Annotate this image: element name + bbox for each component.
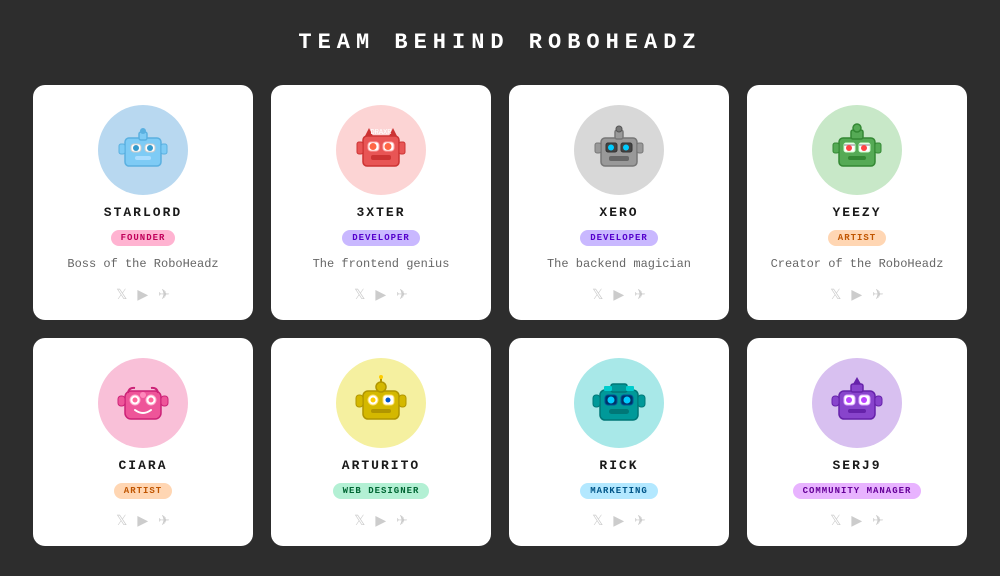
card-starlord: STARLORD FOUNDER Boss of the RoboHeadz 𝕏… bbox=[33, 85, 253, 320]
telegram-icon-xero[interactable]: ✈ bbox=[634, 287, 646, 304]
avatar-rick bbox=[574, 358, 664, 448]
card-arturito: ARTURITO WEB DESIGNER 𝕏 ▶ ✈ bbox=[271, 338, 491, 546]
card-3xter: DRAXR 3XTER DEVELOPER The frontend geniu… bbox=[271, 85, 491, 320]
youtube-icon-xero[interactable]: ▶ bbox=[613, 287, 624, 304]
twitter-icon-3xter[interactable]: 𝕏 bbox=[354, 287, 365, 304]
avatar-yeezy bbox=[812, 105, 902, 195]
social-icons-ciara: 𝕏 ▶ ✈ bbox=[116, 513, 170, 530]
member-name-serj9: SERJ9 bbox=[832, 458, 881, 473]
youtube-icon-arturito[interactable]: ▶ bbox=[375, 513, 386, 530]
telegram-icon-rick[interactable]: ✈ bbox=[634, 513, 646, 530]
social-icons-yeezy: 𝕏 ▶ ✈ bbox=[830, 287, 884, 304]
page-title: TEAM BEHIND ROBOHEADZ bbox=[298, 30, 701, 55]
social-icons-starlord: 𝕏 ▶ ✈ bbox=[116, 287, 170, 304]
avatar-ciara bbox=[98, 358, 188, 448]
twitter-icon-xero[interactable]: 𝕏 bbox=[592, 287, 603, 304]
twitter-icon-yeezy[interactable]: 𝕏 bbox=[830, 287, 841, 304]
twitter-icon-starlord[interactable]: 𝕏 bbox=[116, 287, 127, 304]
telegram-icon-starlord[interactable]: ✈ bbox=[158, 287, 170, 304]
member-name-yeezy: YEEZY bbox=[832, 205, 881, 220]
member-desc-3xter: The frontend genius bbox=[313, 256, 450, 273]
social-icons-arturito: 𝕏 ▶ ✈ bbox=[354, 513, 408, 530]
role-badge-yeezy: ARTIST bbox=[828, 230, 886, 246]
member-name-3xter: 3XTER bbox=[356, 205, 405, 220]
telegram-icon-arturito[interactable]: ✈ bbox=[396, 513, 408, 530]
member-desc-xero: The backend magician bbox=[547, 256, 691, 273]
member-name-ciara: CIARA bbox=[118, 458, 167, 473]
telegram-icon-ciara[interactable]: ✈ bbox=[158, 513, 170, 530]
card-rick: RICK MARKETING 𝕏 ▶ ✈ bbox=[509, 338, 729, 546]
social-icons-rick: 𝕏 ▶ ✈ bbox=[592, 513, 646, 530]
avatar-xero bbox=[574, 105, 664, 195]
youtube-icon-3xter[interactable]: ▶ bbox=[375, 287, 386, 304]
member-name-arturito: ARTURITO bbox=[342, 458, 420, 473]
role-badge-starlord: FOUNDER bbox=[111, 230, 176, 246]
member-name-starlord: STARLORD bbox=[104, 205, 182, 220]
card-serj9: SERJ9 COMMUNITY MANAGER 𝕏 ▶ ✈ bbox=[747, 338, 967, 546]
avatar-3xter: DRAXR bbox=[336, 105, 426, 195]
twitter-icon-ciara[interactable]: 𝕏 bbox=[116, 513, 127, 530]
avatar-serj9 bbox=[812, 358, 902, 448]
member-desc-starlord: Boss of the RoboHeadz bbox=[67, 256, 218, 273]
telegram-icon-3xter[interactable]: ✈ bbox=[396, 287, 408, 304]
telegram-icon-serj9[interactable]: ✈ bbox=[872, 513, 884, 530]
card-ciara: CIARA ARTIST 𝕏 ▶ ✈ bbox=[33, 338, 253, 546]
social-icons-3xter: 𝕏 ▶ ✈ bbox=[354, 287, 408, 304]
member-desc-yeezy: Creator of the RoboHeadz bbox=[771, 256, 944, 273]
team-grid: STARLORD FOUNDER Boss of the RoboHeadz 𝕏… bbox=[33, 85, 967, 546]
twitter-icon-serj9[interactable]: 𝕏 bbox=[830, 513, 841, 530]
avatar-arturito bbox=[336, 358, 426, 448]
social-icons-serj9: 𝕏 ▶ ✈ bbox=[830, 513, 884, 530]
role-badge-xero: DEVELOPER bbox=[580, 230, 658, 246]
avatar-starlord bbox=[98, 105, 188, 195]
social-icons-xero: 𝕏 ▶ ✈ bbox=[592, 287, 646, 304]
member-name-rick: RICK bbox=[599, 458, 638, 473]
twitter-icon-arturito[interactable]: 𝕏 bbox=[354, 513, 365, 530]
youtube-icon-serj9[interactable]: ▶ bbox=[851, 513, 862, 530]
telegram-icon-yeezy[interactable]: ✈ bbox=[872, 287, 884, 304]
card-xero: XERO DEVELOPER The backend magician 𝕏 ▶ … bbox=[509, 85, 729, 320]
role-badge-rick: MARKETING bbox=[580, 483, 658, 499]
twitter-icon-rick[interactable]: 𝕏 bbox=[592, 513, 603, 530]
role-badge-ciara: ARTIST bbox=[114, 483, 172, 499]
youtube-icon-starlord[interactable]: ▶ bbox=[137, 287, 148, 304]
youtube-icon-ciara[interactable]: ▶ bbox=[137, 513, 148, 530]
member-name-xero: XERO bbox=[599, 205, 638, 220]
role-badge-3xter: DEVELOPER bbox=[342, 230, 420, 246]
role-badge-arturito: WEB DESIGNER bbox=[333, 483, 430, 499]
card-yeezy: YEEZY ARTIST Creator of the RoboHeadz 𝕏 … bbox=[747, 85, 967, 320]
youtube-icon-yeezy[interactable]: ▶ bbox=[851, 287, 862, 304]
role-badge-serj9: COMMUNITY MANAGER bbox=[793, 483, 922, 499]
youtube-icon-rick[interactable]: ▶ bbox=[613, 513, 624, 530]
svg-text:DRAXR: DRAXR bbox=[370, 129, 392, 137]
